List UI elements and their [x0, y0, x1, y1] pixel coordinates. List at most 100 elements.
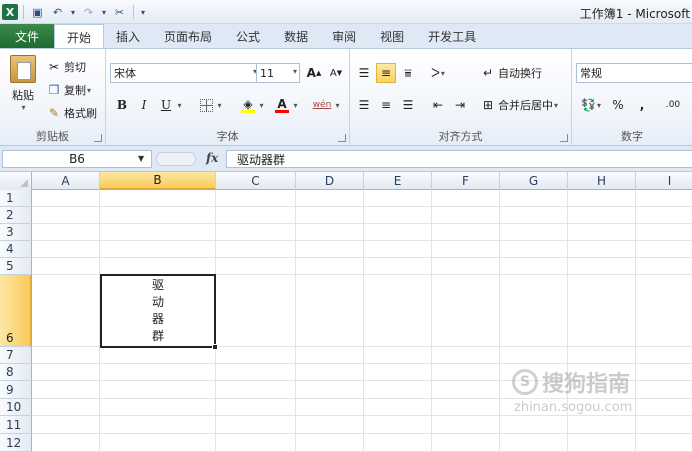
ribbon-tab-bar: 文件 开始 插入 页面布局 公式 数据 审阅 视图 开发工具 [0, 24, 692, 49]
column-header-b[interactable]: B [100, 172, 216, 190]
font-size-combo[interactable]: 11 ▾ [256, 63, 300, 83]
redo-dropdown-icon[interactable]: ▾ [100, 4, 108, 21]
font-name-combo[interactable]: 宋体 ▾ [110, 63, 260, 83]
phonetic-dropdown-icon[interactable]: ▾ [332, 95, 342, 115]
font-size-dropdown-icon[interactable]: ▾ [293, 67, 297, 76]
gridline [32, 223, 692, 224]
formula-input[interactable]: 驱动器群 [226, 150, 692, 168]
row-header-7[interactable]: 7 [0, 347, 32, 364]
select-all-button[interactable] [0, 172, 32, 190]
increase-decimal-button[interactable]: .00 [658, 95, 688, 115]
font-color-button[interactable]: A [272, 95, 292, 115]
shrink-font-button[interactable]: A ▼ [326, 63, 346, 83]
undo-icon[interactable]: ↶ [49, 4, 66, 21]
row-header-4[interactable]: 4 [0, 241, 32, 258]
tab-insert[interactable]: 插入 [104, 24, 152, 48]
grow-font-button[interactable]: A ▲ [304, 63, 324, 83]
tab-developer[interactable]: 开发工具 [416, 24, 488, 48]
excel-logo-icon[interactable]: X [2, 4, 18, 20]
redo-icon[interactable]: ↷ [80, 4, 97, 21]
cut-button[interactable]: ✂ 剪切 [46, 59, 86, 75]
decrease-indent-button[interactable]: ⇤ [428, 95, 448, 115]
fill-color-button[interactable]: ◈ [238, 95, 258, 115]
title-bar: X ▣ ↶ ▾ ↷ ▾ ✂ ▾ 工作簿1 - Microsoft [0, 0, 692, 24]
italic-button[interactable]: I [134, 95, 154, 115]
merge-center-dropdown-icon[interactable]: ▾ [554, 101, 558, 110]
alignment-dialog-launcher-icon[interactable] [560, 134, 568, 142]
row-header-1[interactable]: 1 [0, 190, 32, 207]
tab-review[interactable]: 审阅 [320, 24, 368, 48]
font-dialog-launcher-icon[interactable] [338, 134, 346, 142]
tab-view[interactable]: 视图 [368, 24, 416, 48]
fill-handle[interactable] [212, 344, 218, 350]
tab-home[interactable]: 开始 [54, 24, 105, 49]
name-box[interactable]: B6 [2, 150, 152, 168]
percent-button[interactable]: % [608, 95, 628, 115]
column-header-h[interactable]: H [568, 172, 636, 190]
underline-button[interactable]: U [156, 95, 176, 115]
accounting-format-button[interactable]: 💱 ▾ [578, 95, 604, 115]
bottom-align-button[interactable]: ⩸ [398, 63, 418, 83]
orientation-button[interactable]: ᐳ ▾ [428, 63, 448, 83]
tab-page-layout[interactable]: 页面布局 [152, 24, 224, 48]
comma-style-button[interactable]: , [632, 95, 652, 115]
phonetic-button[interactable]: wén [312, 95, 332, 115]
paste-label: 粘贴 [12, 89, 34, 102]
name-box-dropdown-icon[interactable]: ▼ [138, 154, 144, 163]
row-header-9[interactable]: 9 [0, 381, 32, 399]
copy-button[interactable]: ❐ 复制 ▾ [46, 82, 91, 98]
alignment-group: ☰ ≡ ⩸ ᐳ ▾ ↵ 自动换行 ☰ ≡ ☰ ⇤ ⇥ ⊞ 合并后居中 ▾ 对齐方式 [350, 49, 572, 146]
save-icon[interactable]: ▣ [29, 4, 46, 21]
align-right-icon: ☰ [402, 98, 414, 112]
column-header-e[interactable]: E [364, 172, 432, 190]
paste-button[interactable]: 粘贴 ▾ [8, 55, 38, 112]
font-color-dropdown-icon[interactable]: ▾ [290, 95, 300, 115]
row-header-10[interactable]: 10 [0, 399, 32, 416]
align-center-button[interactable]: ≡ [376, 95, 396, 115]
copy-icon: ❐ [48, 83, 60, 97]
orientation-icon: ᐳ [431, 66, 440, 80]
row-header-6[interactable]: 6 [0, 275, 32, 347]
column-header-c[interactable]: C [216, 172, 296, 190]
paste-dropdown-icon[interactable]: ▾ [21, 103, 25, 112]
clipboard-dialog-launcher-icon[interactable] [94, 134, 102, 142]
align-left-button[interactable]: ☰ [354, 95, 374, 115]
row-header-12[interactable]: 12 [0, 434, 32, 452]
row-header-2[interactable]: 2 [0, 207, 32, 224]
fill-color-dropdown-icon[interactable]: ▾ [256, 95, 266, 115]
wrap-text-button[interactable]: ↵ 自动换行 [480, 65, 542, 81]
worksheet-grid[interactable]: A B C D E F G H I 1 2 3 4 5 6 7 8 9 10 1… [0, 172, 692, 452]
row-header-3[interactable]: 3 [0, 224, 32, 241]
tab-file[interactable]: 文件 [0, 24, 54, 48]
format-painter-button[interactable]: ✎ 格式刷 [46, 105, 97, 121]
number-format-combo[interactable]: 常规 [576, 63, 692, 83]
merge-center-button[interactable]: ⊞ 合并后居中 ▾ [480, 97, 558, 113]
column-header-a[interactable]: A [32, 172, 100, 190]
align-right-button[interactable]: ☰ [398, 95, 418, 115]
row-header-8[interactable]: 8 [0, 364, 32, 381]
underline-dropdown-icon[interactable]: ▾ [174, 95, 184, 115]
formula-bar-grip[interactable] [156, 152, 196, 166]
customize-icon[interactable]: ✂ [111, 4, 128, 21]
align-center-icon: ≡ [380, 98, 392, 112]
tab-data[interactable]: 数据 [272, 24, 320, 48]
undo-dropdown-icon[interactable]: ▾ [69, 4, 77, 21]
top-align-button[interactable]: ☰ [354, 63, 374, 83]
row-header-11[interactable]: 11 [0, 416, 32, 434]
column-header-i[interactable]: I [636, 172, 692, 190]
column-header-g[interactable]: G [500, 172, 568, 190]
active-cell-b6[interactable]: 驱 动 器 群 [100, 274, 216, 348]
copy-dropdown-icon[interactable]: ▾ [87, 86, 91, 95]
borders-dropdown-icon[interactable]: ▾ [214, 95, 224, 115]
middle-align-button[interactable]: ≡ [376, 63, 396, 83]
gridline [567, 190, 568, 452]
qat-customize-dropdown-icon[interactable]: ▾ [139, 4, 147, 21]
column-header-d[interactable]: D [296, 172, 364, 190]
insert-function-icon[interactable]: fx [206, 151, 218, 165]
borders-button[interactable] [196, 95, 216, 115]
increase-indent-button[interactable]: ⇥ [450, 95, 470, 115]
bold-button[interactable]: B [112, 95, 132, 115]
row-header-5[interactable]: 5 [0, 258, 32, 275]
column-header-f[interactable]: F [432, 172, 500, 190]
tab-formulas[interactable]: 公式 [224, 24, 272, 48]
